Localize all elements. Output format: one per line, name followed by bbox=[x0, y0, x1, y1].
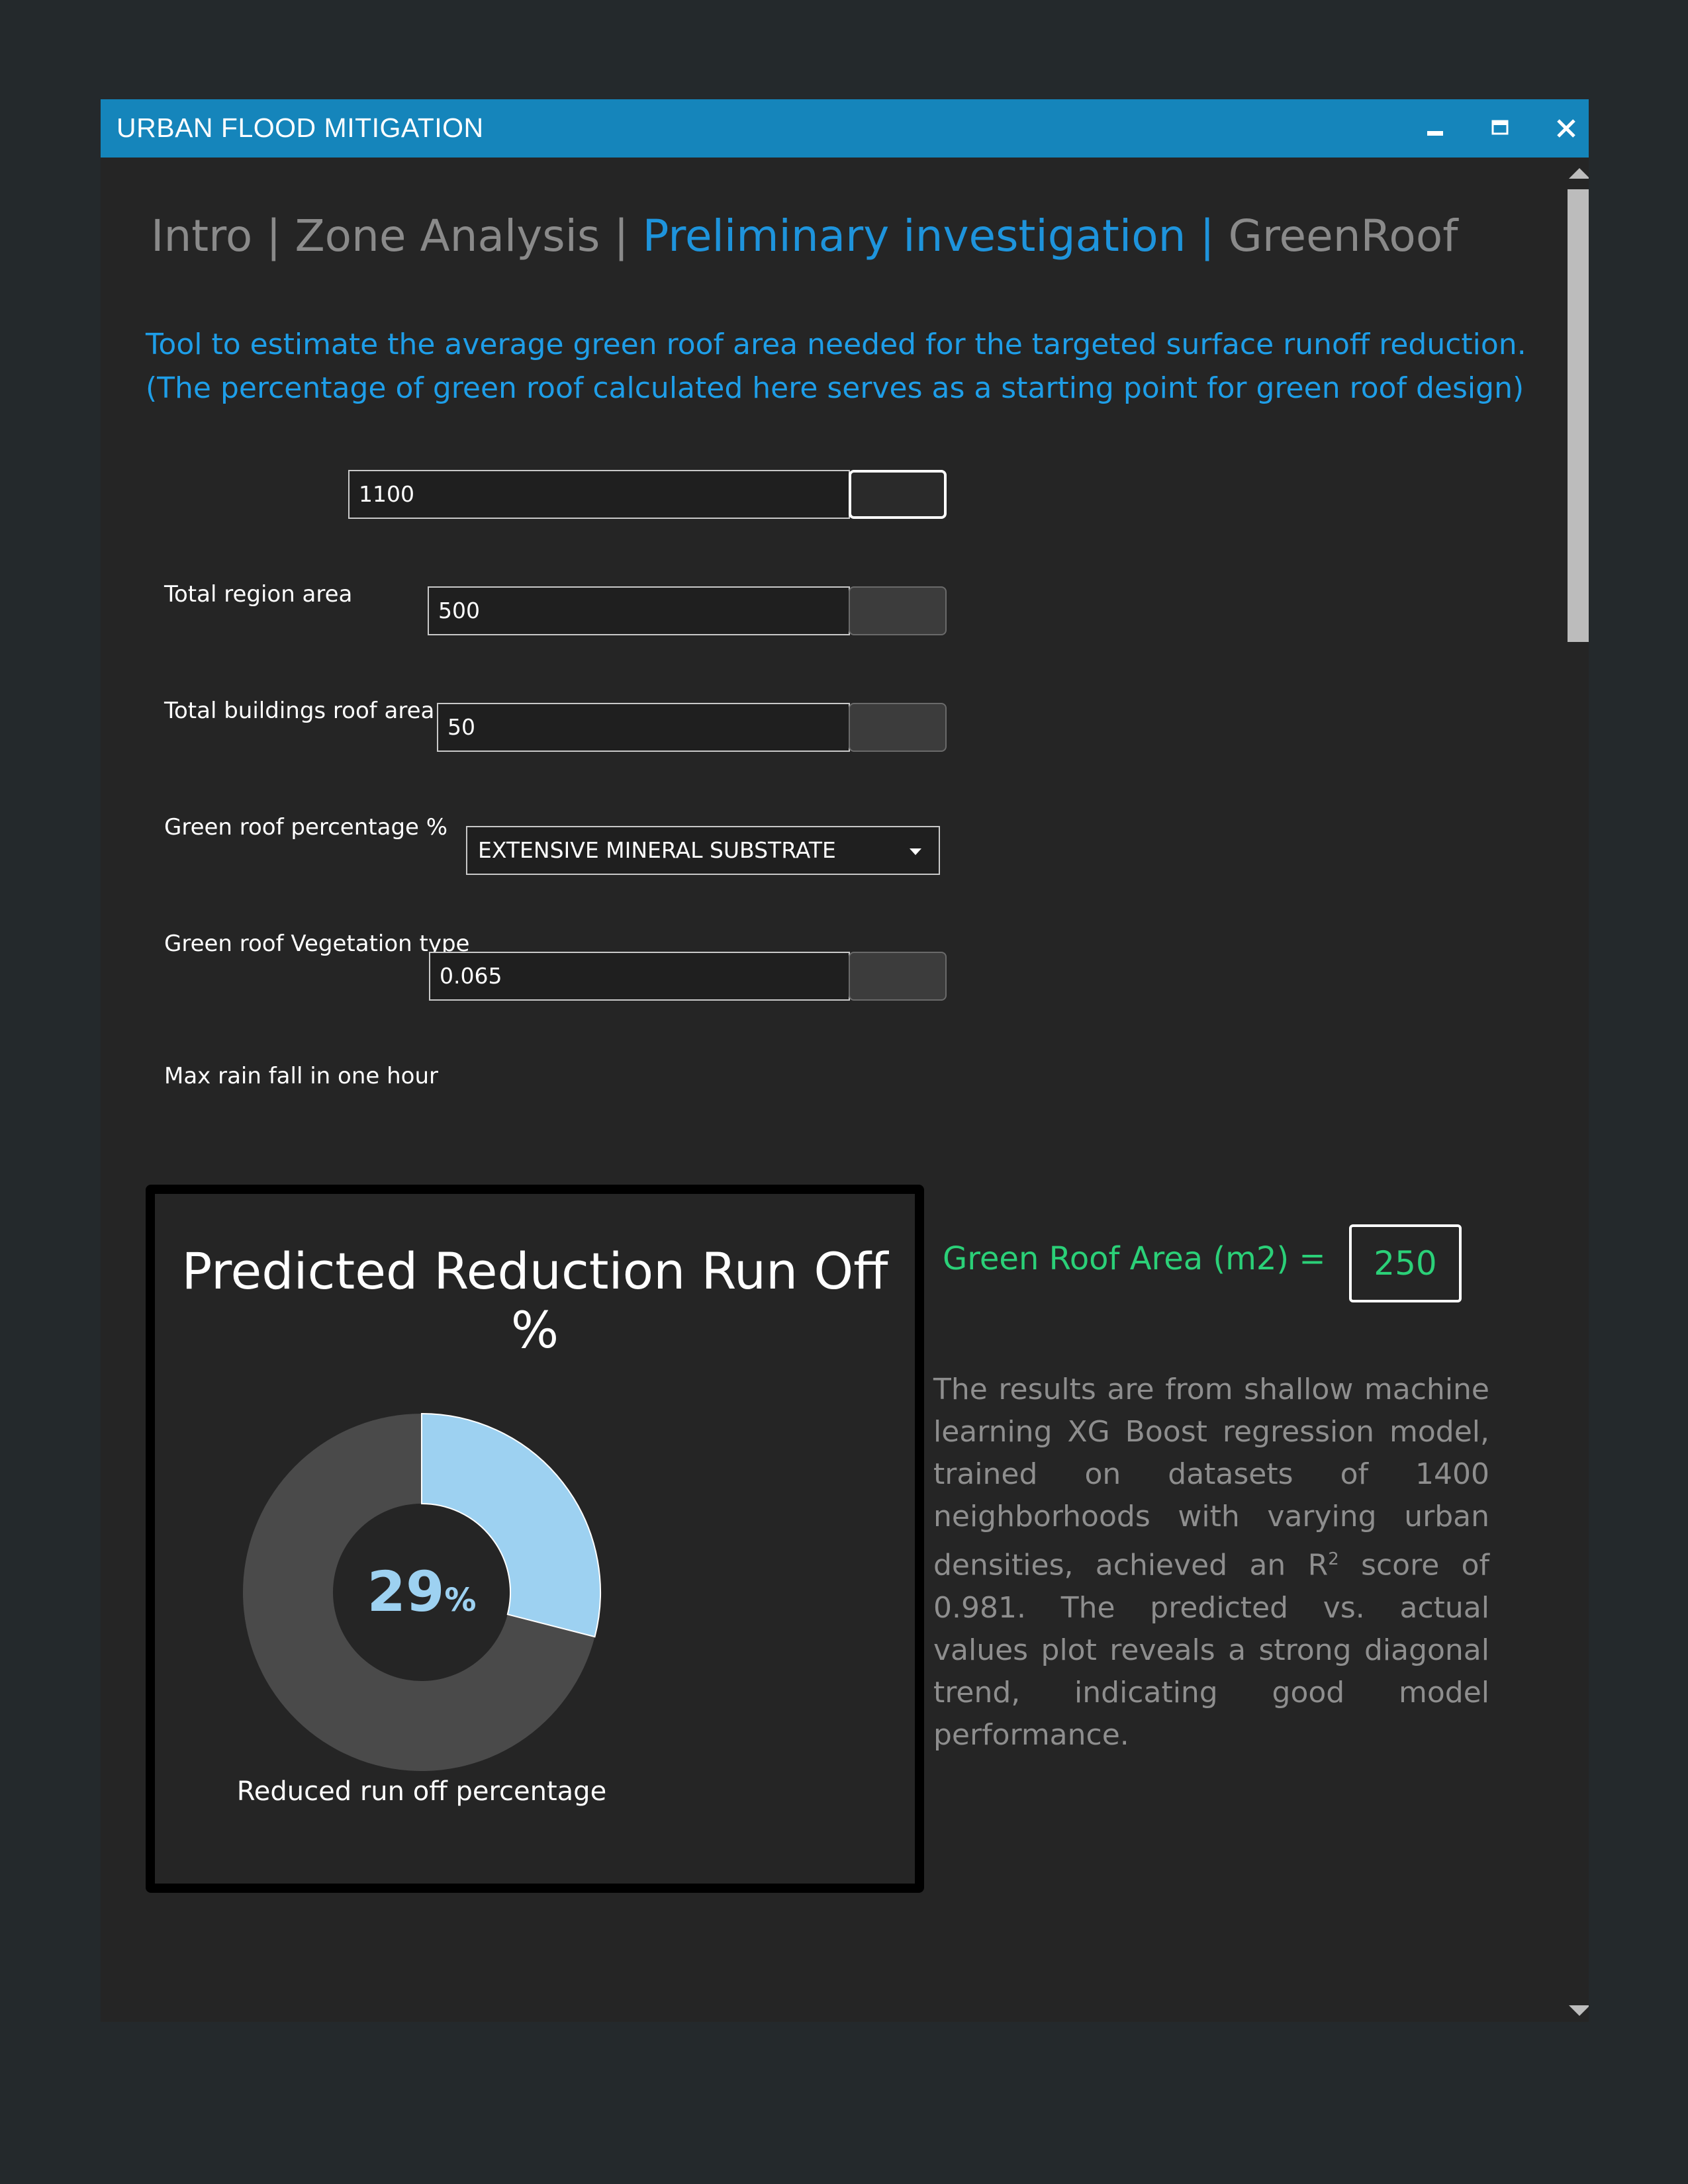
close-icon bbox=[1557, 119, 1575, 138]
title-bar[interactable]: URBAN FLOOD MITIGATION bbox=[101, 99, 1589, 158]
rainfall-button[interactable] bbox=[849, 952, 947, 1001]
rainfall-label: Max rain fall in one hour bbox=[164, 1063, 438, 1089]
vegetation-type-label: Green roof Vegetation type bbox=[164, 931, 470, 957]
roof-area-button[interactable] bbox=[849, 586, 947, 635]
intro-text: Tool to estimate the average green roof … bbox=[146, 323, 1526, 410]
vertical-scrollbar[interactable] bbox=[1565, 165, 1589, 2019]
maximize-icon bbox=[1491, 120, 1509, 135]
runoff-chart-panel: Predicted Reduction Run Off % 29% Reduce… bbox=[146, 1185, 924, 1893]
chevron-down-icon bbox=[910, 848, 921, 855]
tab-preliminary-investigation[interactable]: Preliminary investigation bbox=[643, 210, 1186, 261]
minimize-button[interactable] bbox=[1405, 99, 1464, 158]
model-description: The results are from shallow machine lea… bbox=[933, 1369, 1489, 1756]
rainfall-input[interactable]: 0.065 bbox=[429, 952, 850, 1001]
intro-line-1: Tool to estimate the average green roof … bbox=[146, 328, 1526, 361]
minimize-icon bbox=[1427, 131, 1443, 136]
superscript-two: 2 bbox=[1328, 1549, 1339, 1569]
app-window: URBAN FLOOD MITIGATION Intro | Zone Anal… bbox=[101, 99, 1589, 2022]
scroll-down-icon[interactable] bbox=[1569, 2005, 1589, 2016]
tab-zone-analysis[interactable]: Zone Analysis bbox=[295, 210, 600, 261]
maximize-button[interactable] bbox=[1470, 99, 1529, 158]
green-percentage-label: Green roof percentage % bbox=[164, 814, 448, 841]
region-area-input[interactable]: 1100 bbox=[348, 470, 850, 519]
chart-caption: Reduced run off percentage bbox=[236, 1776, 607, 1807]
scroll-thumb[interactable] bbox=[1568, 189, 1589, 642]
donut-center-value: 29% bbox=[367, 1559, 477, 1624]
tab-greenroof[interactable]: GreenRoof bbox=[1229, 210, 1458, 261]
vegetation-type-value: EXTENSIVE MINERAL SUBSTRATE bbox=[478, 837, 836, 863]
green-roof-area-value: 250 bbox=[1349, 1224, 1462, 1302]
roof-area-input[interactable]: 500 bbox=[428, 586, 850, 635]
tab-separator: | bbox=[1186, 210, 1229, 261]
green-percentage-input[interactable]: 50 bbox=[437, 703, 850, 752]
roof-area-label: Total buildings roof area bbox=[164, 698, 435, 724]
close-button[interactable] bbox=[1536, 99, 1589, 158]
tab-separator: | bbox=[252, 210, 295, 261]
region-area-button[interactable] bbox=[849, 470, 947, 519]
tab-bar: Intro | Zone Analysis | Preliminary inve… bbox=[151, 210, 1458, 261]
scroll-up-icon[interactable] bbox=[1569, 168, 1589, 179]
window-title: URBAN FLOOD MITIGATION bbox=[117, 113, 484, 143]
intro-line-2: (The percentage of green roof calculated… bbox=[146, 371, 1524, 405]
vegetation-type-select[interactable]: EXTENSIVE MINERAL SUBSTRATE bbox=[466, 826, 940, 875]
tab-intro[interactable]: Intro bbox=[151, 210, 252, 261]
green-percentage-button[interactable] bbox=[849, 703, 947, 752]
region-area-label: Total region area bbox=[164, 581, 353, 608]
tab-separator: | bbox=[600, 210, 643, 261]
green-roof-area-label: Green Roof Area (m2) = bbox=[943, 1240, 1326, 1277]
